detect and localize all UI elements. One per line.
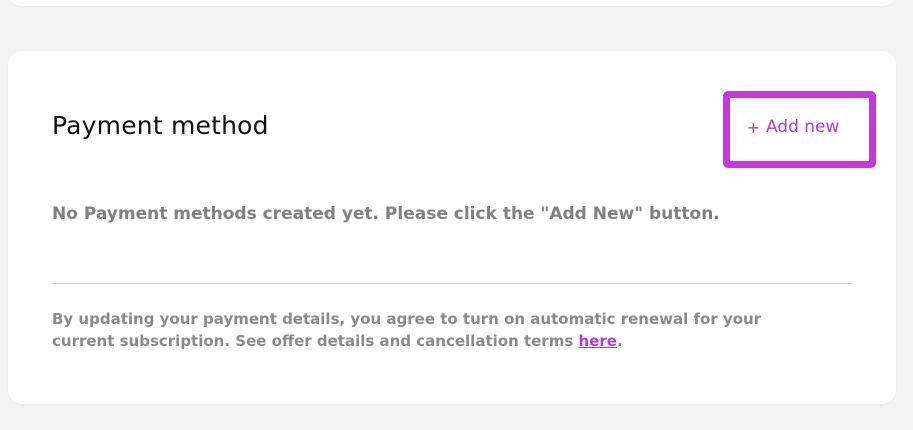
disclaimer-text: By updating your payment details, you ag… [52, 310, 762, 350]
add-new-highlight[interactable]: + Add new [723, 91, 876, 168]
add-new-button[interactable]: + Add new [747, 117, 840, 137]
payment-method-card: Payment method + Add new No Payment meth… [8, 51, 896, 404]
payment-method-title: Payment method [52, 111, 269, 140]
empty-payment-message: No Payment methods created yet. Please c… [52, 204, 720, 224]
terms-link[interactable]: here [579, 332, 617, 350]
disclaimer-end: . [616, 332, 623, 350]
add-new-label: Add new [765, 117, 840, 137]
payment-disclaimer: By updating your payment details, you ag… [52, 308, 812, 352]
previous-section-card [8, 0, 896, 6]
plus-icon: + [746, 117, 760, 137]
section-divider [52, 283, 853, 284]
